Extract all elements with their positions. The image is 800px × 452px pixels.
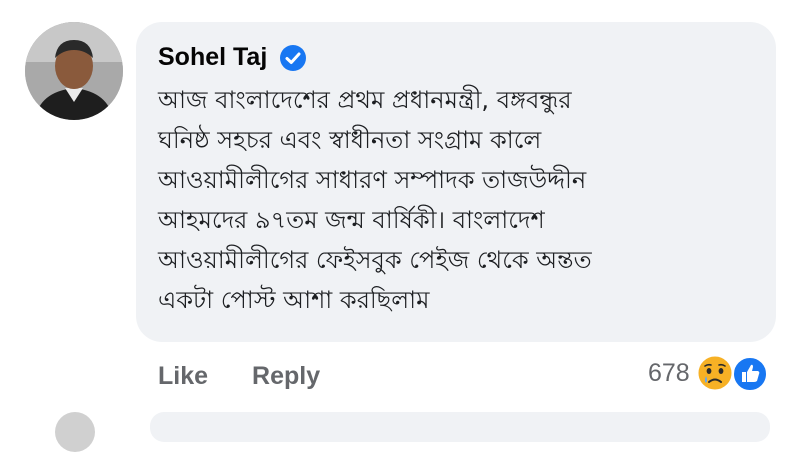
like-reaction-icon [731,356,768,396]
comment-text-line: আওয়ামীলীগের ফেইসবুক পেইজ থেকে অন্তত [158,246,592,274]
author-name[interactable]: Sohel Taj [158,43,267,72]
comment-text-line: একটা পোস্ট আশা করছিলাম [158,286,430,314]
verified-badge-icon [279,44,307,72]
next-comment-bubble [150,412,770,442]
comment-actions: Like Reply [158,362,320,391]
commenter-avatar[interactable] [25,22,123,120]
comment-text-line: আওয়ামীলীগের সাধারণ সম্পাদক তাজউদ্দীন [158,166,587,194]
comment-text-line: আহমদের ৯৭তম জন্ম বার্ষিকী। বাংলাদেশ [158,206,545,234]
comment-text: আজ বাংলাদেশের প্রথম প্রধানমন্ত্রী, বঙ্গব… [158,80,758,320]
next-comment-avatar[interactable] [55,412,95,452]
reaction-count[interactable]: 678 [648,359,690,388]
comment-text-line: ঘনিষ্ঠ সহচর এবং স্বাধীনতা সংগ্রাম কালে [158,126,542,154]
reply-button[interactable]: Reply [252,362,320,391]
like-button[interactable]: Like [158,362,208,391]
reaction-summary[interactable]: 678 [648,352,776,394]
comment-text-line: আজ বাংলাদেশের প্রথম প্রধানমন্ত্রী, বঙ্গব… [158,86,572,114]
comment-author: Sohel Taj [158,43,307,72]
reaction-icons[interactable] [696,352,776,394]
sad-reaction-icon [696,354,734,396]
